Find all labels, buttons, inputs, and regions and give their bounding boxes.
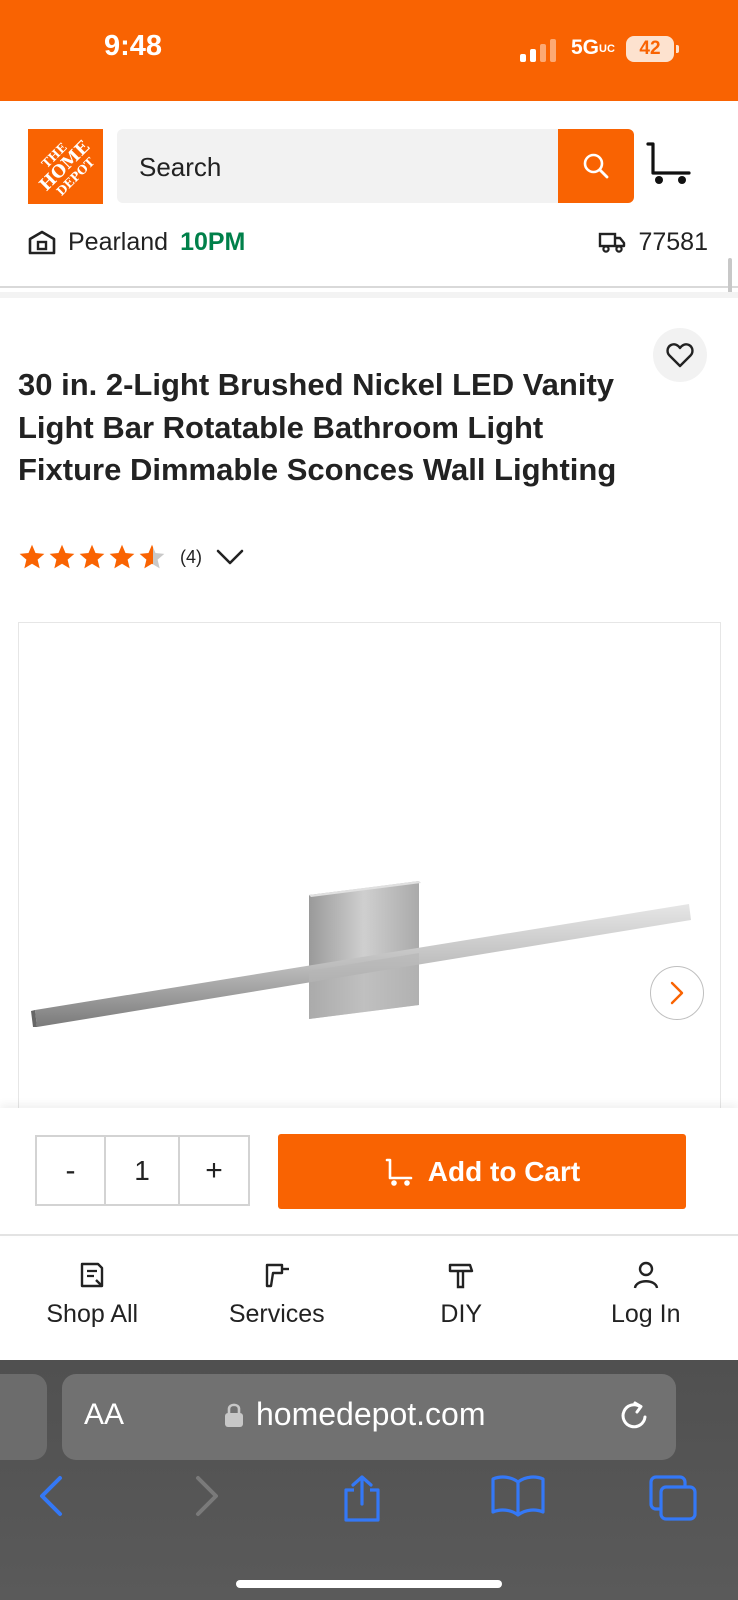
tabs-icon[interactable] <box>648 1474 698 1522</box>
favorite-button[interactable] <box>653 328 707 382</box>
shop-all-icon <box>81 1262 104 1288</box>
rating-summary[interactable]: (4) <box>18 542 244 572</box>
cart-icon[interactable] <box>645 141 693 187</box>
review-count[interactable]: (4) <box>180 547 202 568</box>
store-hours: 10PM <box>180 227 246 256</box>
battery-indicator: 42 <box>626 36 679 62</box>
url-display[interactable]: homedepot.com <box>224 1396 485 1433</box>
add-to-cart-label: Add to Cart <box>427 1155 581 1187</box>
nav-label: Log In <box>610 1300 681 1328</box>
chevron-down-icon[interactable] <box>216 548 244 566</box>
increase-quantity-button[interactable]: + <box>180 1137 248 1204</box>
heart-icon <box>666 343 694 368</box>
next-image-button[interactable] <box>650 966 704 1020</box>
product-title: 30 in. 2-Light Brushed Nickel LED Vanity… <box>18 367 617 487</box>
bottom-nav: Shop All Services DIY Log In <box>0 1238 738 1360</box>
reload-icon[interactable] <box>616 1398 652 1434</box>
bookmarks-icon[interactable] <box>490 1474 546 1518</box>
nav-diy[interactable]: DIY <box>369 1238 554 1360</box>
product-content: 30 in. 2-Light Brushed Nickel LED Vanity… <box>0 292 738 1114</box>
user-icon <box>633 1261 658 1289</box>
browser-chrome: AA homedepot.com <box>0 1360 738 1600</box>
half-star-icon <box>139 544 165 569</box>
search-button[interactable] <box>558 129 634 203</box>
store-name: Pearland <box>68 227 169 256</box>
quantity-input[interactable]: 1 <box>106 1137 180 1204</box>
url-text: homedepot.com <box>256 1396 486 1432</box>
status-time: 9:48 <box>104 30 163 62</box>
hammer-icon <box>449 1263 474 1289</box>
zip-code: 77581 <box>638 227 708 256</box>
vanity-light-image <box>31 881 691 1027</box>
star-icon <box>79 544 105 569</box>
browser-toolbar <box>0 1474 738 1544</box>
star-icon <box>49 544 75 569</box>
search-icon <box>583 153 609 179</box>
star-icon <box>19 544 45 569</box>
nav-label: Services <box>228 1300 325 1328</box>
rating-stars <box>18 543 166 571</box>
chevron-right-icon <box>670 981 684 1005</box>
lock-icon <box>225 1403 243 1427</box>
nav-label: Shop All <box>46 1300 139 1328</box>
address-bar[interactable]: AA homedepot.com <box>62 1374 676 1460</box>
site-header: THE HOME DEPOT Search Pearland 10PM 7758… <box>0 101 738 384</box>
text-size-button[interactable]: AA <box>84 1398 124 1432</box>
search-placeholder: Search <box>139 152 222 182</box>
store-selector[interactable]: Pearland 10PM <box>28 227 245 257</box>
forward-icon[interactable] <box>192 1474 222 1518</box>
product-image[interactable] <box>18 622 721 1114</box>
back-icon[interactable] <box>36 1474 66 1518</box>
status-bar: 9:48 5GUC 42 <box>0 0 738 101</box>
signal-icon <box>520 38 560 62</box>
drill-icon <box>265 1263 289 1288</box>
cart-icon <box>385 1158 413 1186</box>
nav-label: DIY <box>440 1300 483 1328</box>
store-icon <box>28 230 56 255</box>
nav-shop-all[interactable]: Shop All <box>0 1238 185 1360</box>
home-indicator <box>236 1580 502 1588</box>
previous-tab[interactable] <box>0 1374 47 1460</box>
decrease-quantity-button[interactable]: - <box>37 1137 106 1204</box>
nav-services[interactable]: Services <box>185 1238 370 1360</box>
add-to-cart-button[interactable]: Add to Cart <box>278 1134 686 1209</box>
nav-log-in[interactable]: Log In <box>554 1238 738 1360</box>
add-to-cart-bar: - 1 + Add to Cart <box>0 1108 738 1236</box>
star-icon <box>109 544 135 569</box>
quantity-stepper: - 1 + <box>35 1135 250 1206</box>
delivery-zip[interactable]: 77581 <box>598 227 708 257</box>
network-indicator: 5GUC <box>571 36 615 59</box>
search-input[interactable]: Search <box>117 129 562 203</box>
truck-icon <box>599 232 626 253</box>
home-depot-logo[interactable]: THE HOME DEPOT <box>28 129 103 204</box>
share-icon[interactable] <box>340 1474 384 1524</box>
